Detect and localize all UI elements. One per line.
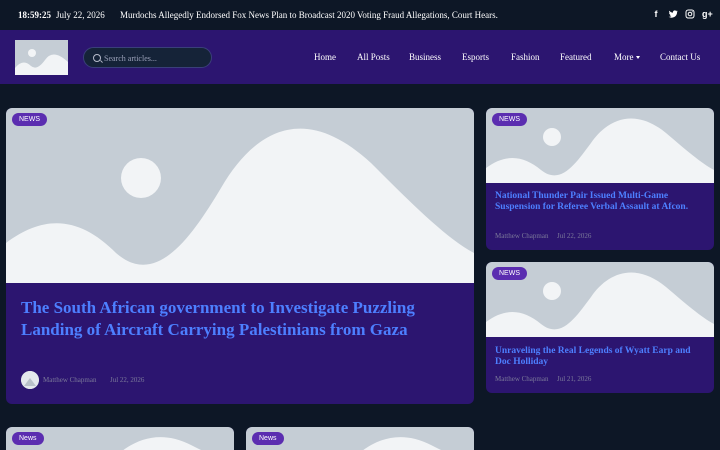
nav-featured[interactable]: Featured [560, 52, 592, 62]
side-post-card[interactable]: NEWS Unraveling the Real Legends of Wyat… [486, 262, 714, 393]
current-date: July 22, 2026 [56, 10, 105, 20]
post-date: Jul 22, 2026 [110, 376, 145, 384]
site-header: Home All Posts Business Esports Fashion … [0, 30, 720, 84]
nav-more-dropdown[interactable]: More [614, 52, 640, 62]
news-ticker-link[interactable]: Murdochs Allegedly Endorsed Fox News Pla… [120, 10, 498, 20]
post-date: Jul 22, 2026 [557, 232, 592, 240]
site-logo[interactable] [15, 40, 68, 75]
social-links: f g+ [651, 8, 713, 20]
nav-all-posts[interactable]: All Posts [357, 52, 390, 62]
side-post-title[interactable]: Unraveling the Real Legends of Wyatt Ear… [495, 346, 707, 368]
side-post-card[interactable]: NEWS National Thunder Pair Issued Multi-… [486, 108, 714, 250]
twitter-icon[interactable] [668, 8, 678, 20]
nav-business[interactable]: Business [409, 52, 441, 62]
side-post-title[interactable]: National Thunder Pair Issued Multi-Game … [495, 191, 707, 213]
post-author[interactable]: Matthew Chapman [43, 376, 96, 384]
search-icon [93, 54, 101, 62]
nav-fashion[interactable]: Fashion [511, 52, 540, 62]
post-author[interactable]: Matthew Chapman [495, 232, 548, 240]
nav-home[interactable]: Home [314, 52, 336, 62]
featured-post-title[interactable]: The South African government to Investig… [21, 297, 466, 341]
category-badge[interactable]: NEWS [492, 113, 527, 126]
chevron-down-icon [635, 56, 640, 59]
post-author[interactable]: Matthew Chapman [495, 375, 548, 383]
category-badge[interactable]: NEWS [12, 113, 47, 126]
google-plus-icon[interactable]: g+ [702, 8, 713, 20]
top-bar: 18:59:25 July 22, 2026 Murdochs Allegedl… [0, 0, 720, 30]
nav-more-label: More [614, 52, 634, 62]
featured-image-placeholder [6, 108, 474, 283]
instagram-icon[interactable] [685, 8, 695, 20]
clock-time: 18:59:25 [18, 10, 51, 20]
category-badge[interactable]: NEWS [492, 267, 527, 280]
category-badge[interactable]: News [12, 432, 44, 445]
bottom-post-card[interactable]: News [246, 427, 474, 450]
bottom-post-card[interactable]: News [6, 427, 234, 450]
author-avatar [21, 371, 39, 389]
search-input[interactable] [104, 51, 208, 65]
featured-post-card[interactable]: NEWS The South African government to Inv… [6, 108, 474, 404]
category-badge[interactable]: News [252, 432, 284, 445]
nav-contact-us[interactable]: Contact Us [660, 52, 700, 62]
facebook-icon[interactable]: f [651, 8, 661, 20]
post-date: Jul 21, 2026 [557, 375, 592, 383]
search-box[interactable] [83, 47, 212, 68]
nav-esports[interactable]: Esports [462, 52, 489, 62]
